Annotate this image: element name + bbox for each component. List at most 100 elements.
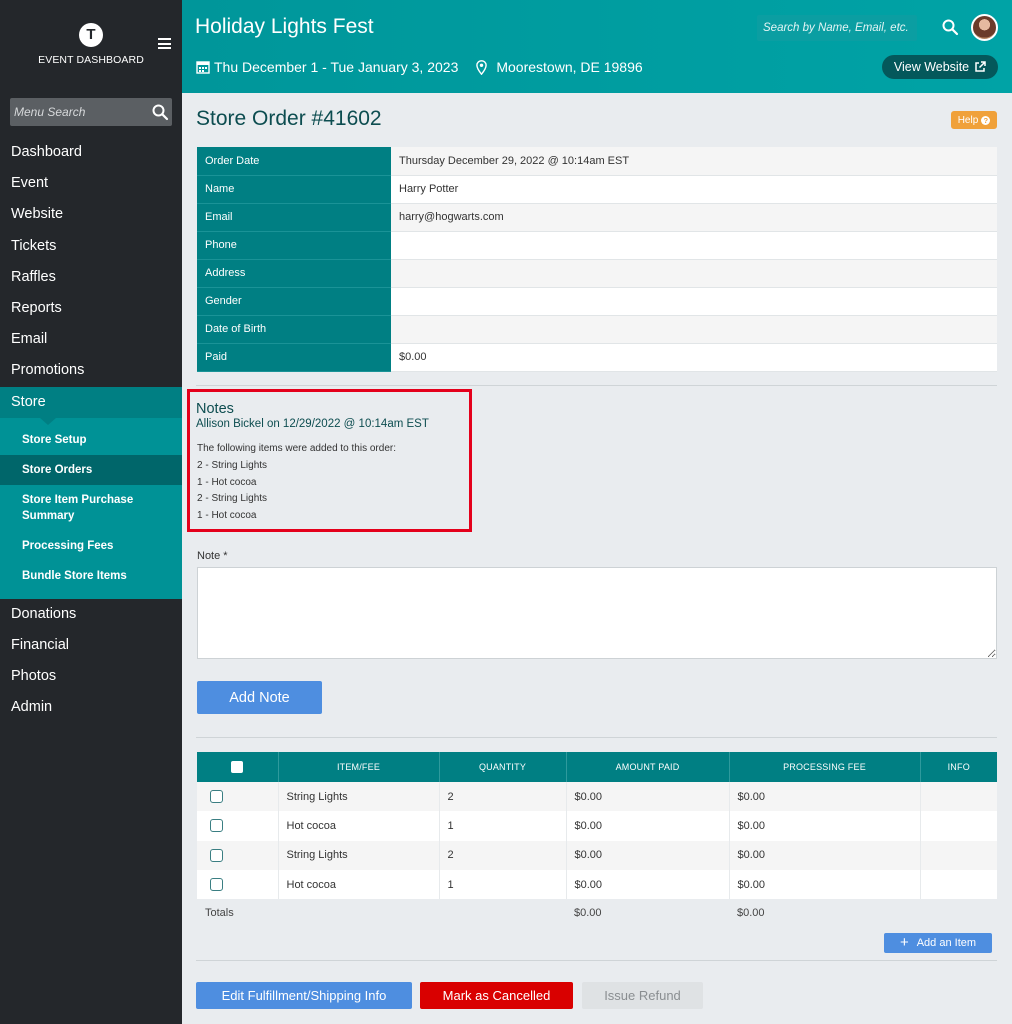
item-processing-fee: $0.00 (729, 811, 921, 841)
brand-logo[interactable]: T (79, 23, 103, 47)
table-row: Paid $0.00 (197, 343, 997, 372)
dob-value (391, 315, 997, 344)
add-note-button[interactable]: Add Note (197, 681, 322, 714)
subnav-store-setup[interactable]: Store Setup (0, 425, 182, 455)
view-website-button[interactable]: View Website (882, 55, 998, 79)
row-checkbox-cell (197, 840, 279, 870)
totals-label: Totals (197, 899, 566, 928)
divider (196, 737, 997, 738)
item-processing-fee: $0.00 (729, 869, 921, 900)
menu-search (10, 98, 172, 126)
dob-label: Date of Birth (197, 315, 391, 344)
sidebar-item-raffles[interactable]: Raffles (0, 262, 182, 293)
search-icon[interactable] (941, 18, 959, 36)
mark-cancelled-button[interactable]: Mark as Cancelled (420, 982, 573, 1009)
sidebar-item-photos[interactable]: Photos (0, 661, 182, 692)
address-value (391, 259, 997, 288)
menu-search-input[interactable] (10, 98, 150, 126)
user-avatar[interactable] (971, 14, 998, 41)
global-search-input[interactable] (757, 15, 917, 41)
sidebar-item-donations[interactable]: Donations (0, 599, 182, 630)
table-row: String Lights 2 $0.00 $0.00 (197, 782, 997, 812)
gender-value (391, 287, 997, 316)
note-line: 1 - Hot cocoa (197, 476, 257, 488)
column-header[interactable]: INFO (920, 752, 997, 782)
help-button[interactable]: Help? (951, 111, 997, 129)
column-header[interactable]: ITEM/FEE (278, 752, 440, 782)
select-all-checkbox[interactable] (231, 761, 244, 773)
sidebar-item-dashboard[interactable]: Dashboard (0, 137, 182, 168)
sidebar-item-promotions[interactable]: Promotions (0, 355, 182, 386)
table-row: Gender (197, 287, 997, 316)
item-amount-paid: $0.00 (566, 782, 730, 812)
sidebar-item-admin[interactable]: Admin (0, 692, 182, 723)
row-checkbox-cell (197, 782, 279, 812)
column-header[interactable]: PROCESSING FEE (729, 752, 921, 782)
add-item-label: Add an Item (916, 937, 977, 949)
phone-value (391, 231, 997, 260)
note-body: The following items were added to this o… (197, 441, 396, 525)
gender-label: Gender (197, 287, 391, 316)
view-website-label: View Website (893, 60, 970, 74)
event-location: Moorestown, DE 19896 (476, 59, 643, 75)
phone-label: Phone (197, 231, 391, 260)
column-header[interactable]: AMOUNT PAID (566, 752, 730, 782)
table-row: Hot cocoa 1 $0.00 $0.00 (197, 869, 997, 900)
name-value: Harry Potter (391, 175, 997, 204)
row-checkbox-cell (197, 811, 279, 841)
external-link-icon (975, 61, 986, 72)
note-line: 2 - String Lights (197, 493, 268, 505)
sidebar-item-email[interactable]: Email (0, 324, 182, 355)
item-info (920, 811, 997, 841)
row-checkbox[interactable] (210, 790, 223, 804)
paid-label: Paid (197, 343, 391, 372)
item-name: String Lights (278, 840, 440, 870)
add-item-button[interactable]: + Add an Item (884, 933, 992, 953)
table-row: Order Date Thursday December 29, 2022 @ 1… (197, 147, 997, 176)
table-row: Date of Birth (197, 315, 997, 344)
issue-refund-button[interactable]: Issue Refund (582, 982, 703, 1009)
table-row: Address (197, 259, 997, 288)
edit-fulfillment-button[interactable]: Edit Fulfillment/Shipping Info (196, 982, 412, 1009)
note-textarea[interactable] (197, 567, 997, 659)
note-author-line: Allison Bickel on 12/29/2022 @ 10:14am E… (196, 418, 429, 430)
sidebar-item-reports[interactable]: Reports (0, 293, 182, 324)
sidebar-nav: Dashboard Event Website Tickets Raffles … (0, 137, 182, 723)
subnav-store-item-purchase-summary[interactable]: Store Item Purchase Summary (0, 485, 182, 531)
item-processing-fee: $0.00 (729, 840, 921, 870)
row-checkbox-cell (197, 869, 279, 900)
sidebar-item-tickets[interactable]: Tickets (0, 231, 182, 262)
plus-icon: + (899, 934, 909, 951)
search-icon[interactable] (151, 103, 169, 121)
column-header[interactable]: QUANTITY (439, 752, 567, 782)
global-search (757, 15, 917, 41)
item-info (920, 840, 997, 870)
name-label: Name (197, 175, 391, 204)
hamburger-menu-icon[interactable] (158, 38, 171, 49)
subnav-processing-fees[interactable]: Processing Fees (0, 531, 182, 561)
select-all-header (197, 752, 279, 782)
table-row: String Lights 2 $0.00 $0.00 (197, 840, 997, 870)
table-header-row: ITEM/FEE QUANTITY AMOUNT PAID PROCESSING… (197, 752, 997, 782)
item-processing-fee: $0.00 (729, 782, 921, 812)
divider (196, 960, 997, 961)
sidebar: T EVENT DASHBOARD Dashboard Event Websit… (0, 0, 182, 1024)
item-info (920, 869, 997, 900)
event-title: Holiday Lights Fest (195, 15, 374, 38)
address-label: Address (197, 259, 391, 288)
sidebar-item-website[interactable]: Website (0, 199, 182, 230)
event-dates: Thu December 1 - Tue January 3, 2023 (214, 59, 459, 75)
row-checkbox[interactable] (210, 848, 223, 862)
totals-processing-fee: $0.00 (729, 899, 920, 928)
sidebar-item-store[interactable]: Store (0, 386, 182, 425)
table-row: Email harry@hogwarts.com (197, 203, 997, 232)
sidebar-item-event[interactable]: Event (0, 168, 182, 199)
item-name: String Lights (278, 782, 440, 812)
row-checkbox[interactable] (210, 878, 223, 892)
brand: T EVENT DASHBOARD (0, 0, 182, 90)
row-checkbox[interactable] (210, 819, 223, 833)
note-line: 2 - String Lights (197, 459, 268, 471)
sidebar-item-financial[interactable]: Financial (0, 630, 182, 661)
subnav-store-orders[interactable]: Store Orders (0, 454, 182, 485)
subnav-bundle-store-items[interactable]: Bundle Store Items (0, 561, 182, 591)
